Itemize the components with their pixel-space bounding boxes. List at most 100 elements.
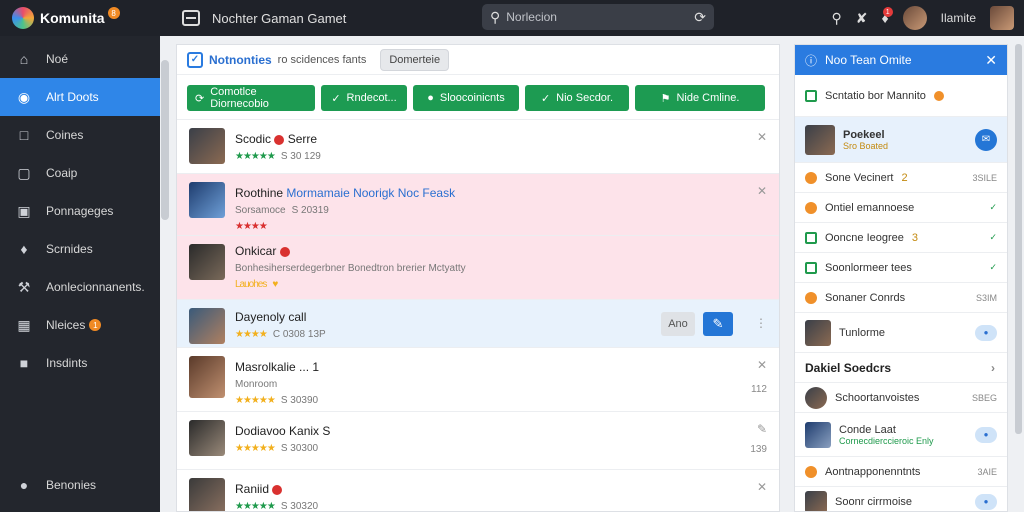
- row-title-rest: S: [322, 424, 331, 438]
- user-avatar: [189, 244, 225, 280]
- section-item[interactable]: Soonr cirrmoise ●: [795, 487, 1007, 511]
- team-item[interactable]: Soonlormeer tees ✓: [795, 253, 1007, 283]
- sidebar-item-home[interactable]: ⌂ Noé: [0, 40, 160, 78]
- action-button-5[interactable]: ⚑ Nide Cmline.: [635, 85, 765, 111]
- action-button-2[interactable]: ✓ Rndecot...: [321, 85, 407, 111]
- row-action-button[interactable]: Ano: [661, 312, 695, 336]
- status-icon: [805, 201, 817, 214]
- game-thumbnail: [189, 478, 225, 511]
- search-bar[interactable]: ⚲ ⟳: [482, 4, 714, 30]
- subscribe-checkbox[interactable]: [805, 89, 817, 102]
- header-button[interactable]: Domerteie: [380, 48, 450, 71]
- drop-icon: ●: [427, 92, 434, 104]
- dismiss-icon[interactable]: ✕: [757, 130, 767, 144]
- item-avatar: [805, 490, 827, 511]
- row-body: Dodiavoo Kanix S ★★★★★ S 30300: [235, 420, 767, 461]
- edit-icon[interactable]: ✎: [757, 422, 767, 436]
- subscribe-label: Scntatio bor Mannito: [825, 89, 926, 102]
- action-button-4[interactable]: ✓ Nio Secdor.: [525, 85, 629, 111]
- sidebar-item-discord[interactable]: ◉ Alrt Doots: [0, 78, 160, 116]
- select-all-checkbox[interactable]: ✓: [187, 51, 203, 68]
- notification-row[interactable]: Scodic Serre ★★★★★ S 30 129 ✕: [177, 120, 779, 174]
- profile-row[interactable]: Tunlorme ●: [795, 313, 1007, 353]
- app-badge: 8: [107, 7, 120, 19]
- team-item[interactable]: Ooncne Ieogree 3 ✓: [795, 223, 1007, 253]
- status-icon: [805, 291, 817, 304]
- sidebar-item-ponnageges[interactable]: ▣ Ponnageges: [0, 192, 160, 230]
- item-avatar: [805, 421, 831, 448]
- puzzle-icon[interactable]: ♦ 1: [882, 7, 893, 26]
- team-item-label: Sonaner Conrds: [825, 291, 906, 304]
- profile-avatar[interactable]: [990, 6, 1014, 30]
- row-title: Masrolkalie ... 1: [235, 360, 767, 374]
- comment-body: Onkicar Bonhesiherserdegerbner Bonedtron…: [235, 244, 767, 291]
- rating-stars: ★★★★: [235, 221, 268, 232]
- badge-icon: [933, 90, 944, 101]
- username[interactable]: Ilamite: [941, 11, 976, 25]
- sidebar-item-coines[interactable]: □ Coines: [0, 116, 160, 154]
- sidebar-item-benonies[interactable]: ● Benonies: [0, 466, 160, 504]
- action-button-3[interactable]: ● Sloocoinicnts: [413, 85, 519, 111]
- home-icon: ⌂: [19, 51, 29, 67]
- profile-avatar: [805, 319, 831, 346]
- row-body: Scodic Serre ★★★★★ S 30 129: [235, 128, 767, 165]
- row-meta: Sorsamoce S 20319: [235, 205, 767, 216]
- row-meta-text: S 30 129: [280, 151, 321, 162]
- team-item[interactable]: Ontiel emannoese ✓: [795, 193, 1007, 223]
- search-input[interactable]: [506, 10, 689, 24]
- dismiss-icon[interactable]: ✕: [757, 480, 767, 494]
- notification-row[interactable]: Raniid ★★★★★ S 30320 ✕: [177, 470, 779, 511]
- rating-stars: ★★★★★: [235, 443, 276, 454]
- menu-icon[interactable]: [182, 10, 200, 26]
- row-title-text: Dodiavoo Kanix: [235, 424, 320, 438]
- search-icon[interactable]: ⚲: [832, 10, 842, 27]
- right-scrollbar[interactable]: [1015, 44, 1022, 434]
- more-icon[interactable]: ⋮: [755, 316, 767, 330]
- chat-icon: ▢: [17, 164, 31, 181]
- featured-member[interactable]: Poekeel Sro Boated ✉: [795, 117, 1007, 163]
- sidebar-item-coaip[interactable]: ▢ Coaip: [0, 154, 160, 192]
- dismiss-icon[interactable]: ✕: [757, 184, 767, 198]
- team-item-count: 3SILE: [972, 172, 997, 183]
- notification-row-selected[interactable]: Dayenoly call ★★★★ C 0308 13P Ano ✎ ⋮: [177, 300, 779, 348]
- panel-title: Notnonties: [209, 52, 272, 67]
- row-body: Roothine Mormamaie Noorigk Noc Feask Sor…: [235, 182, 767, 232]
- user-avatar[interactable]: [902, 6, 927, 30]
- sidebar-item-label: Scrnides: [46, 242, 93, 256]
- sidebar-item-nleices[interactable]: ▦ Nleices 1: [0, 306, 160, 344]
- section-item[interactable]: Schoortanvoistes SBEG: [795, 383, 1007, 413]
- team-item-suffix: 3: [911, 231, 919, 244]
- message-icon[interactable]: ✉: [975, 128, 997, 151]
- notification-row-highlighted[interactable]: Roothine Mormamaie Noorigk Noc Feask Sor…: [177, 174, 779, 236]
- action-button-1[interactable]: ⟳ Comotlce Diornecobio: [187, 85, 315, 111]
- info-icon: ⓘ: [805, 53, 818, 68]
- row-meta: ★★★★★ S 30390: [235, 395, 767, 406]
- sidebar-item-aonlecionnanents[interactable]: ⚒ Aonlecionnanents.: [0, 268, 160, 306]
- game-thumbnail: [189, 182, 225, 218]
- sidebar-item-label: Nleices: [46, 318, 86, 332]
- app-logo[interactable]: Komunita 8: [0, 7, 160, 29]
- team-item[interactable]: Sonaner Conrds S3IM: [795, 283, 1007, 313]
- section-item[interactable]: Conde Laat Cornecdierccieroic Enly ●: [795, 413, 1007, 457]
- section-header[interactable]: Dakiel Soedcrs ›: [795, 353, 1007, 383]
- subscribe-row[interactable]: Scntatio bor Mannito: [795, 75, 1007, 117]
- edit-icon[interactable]: ✎: [703, 312, 733, 336]
- row-meta-text: S 30300: [280, 443, 319, 454]
- sidebar-item-insdints[interactable]: ■ Insdints: [0, 344, 160, 382]
- sidebar-item-scrnides[interactable]: ♦ Scrnides: [0, 230, 160, 268]
- badge-icon[interactable]: ●: [975, 493, 997, 510]
- refresh-icon[interactable]: ⟳: [694, 9, 706, 26]
- team-item-label: Ooncne Ieogree: [825, 231, 904, 244]
- comment-entry[interactable]: Onkicar Bonhesiherserdegerbner Bonedtron…: [177, 236, 779, 300]
- status-icon: [805, 171, 817, 184]
- team-item[interactable]: Sone Vecinert 2 3SILE: [795, 163, 1007, 193]
- section-item[interactable]: Aontnapponenntnts 3AIE: [795, 457, 1007, 487]
- notification-row[interactable]: Masrolkalie ... 1 Monroom ★★★★★ S 30390 …: [177, 348, 779, 412]
- section-item-info: Conde Laat Cornecdierccieroic Enly: [839, 424, 934, 446]
- close-icon[interactable]: ✕: [985, 52, 997, 69]
- badge-icon[interactable]: ●: [975, 426, 997, 443]
- notification-row[interactable]: Dodiavoo Kanix S ★★★★★ S 30300 ✎ 139: [177, 412, 779, 470]
- tools-icon[interactable]: ✘: [856, 10, 868, 27]
- sidebar-scrollbar[interactable]: [161, 60, 169, 220]
- mute-icon[interactable]: ✕: [757, 358, 767, 372]
